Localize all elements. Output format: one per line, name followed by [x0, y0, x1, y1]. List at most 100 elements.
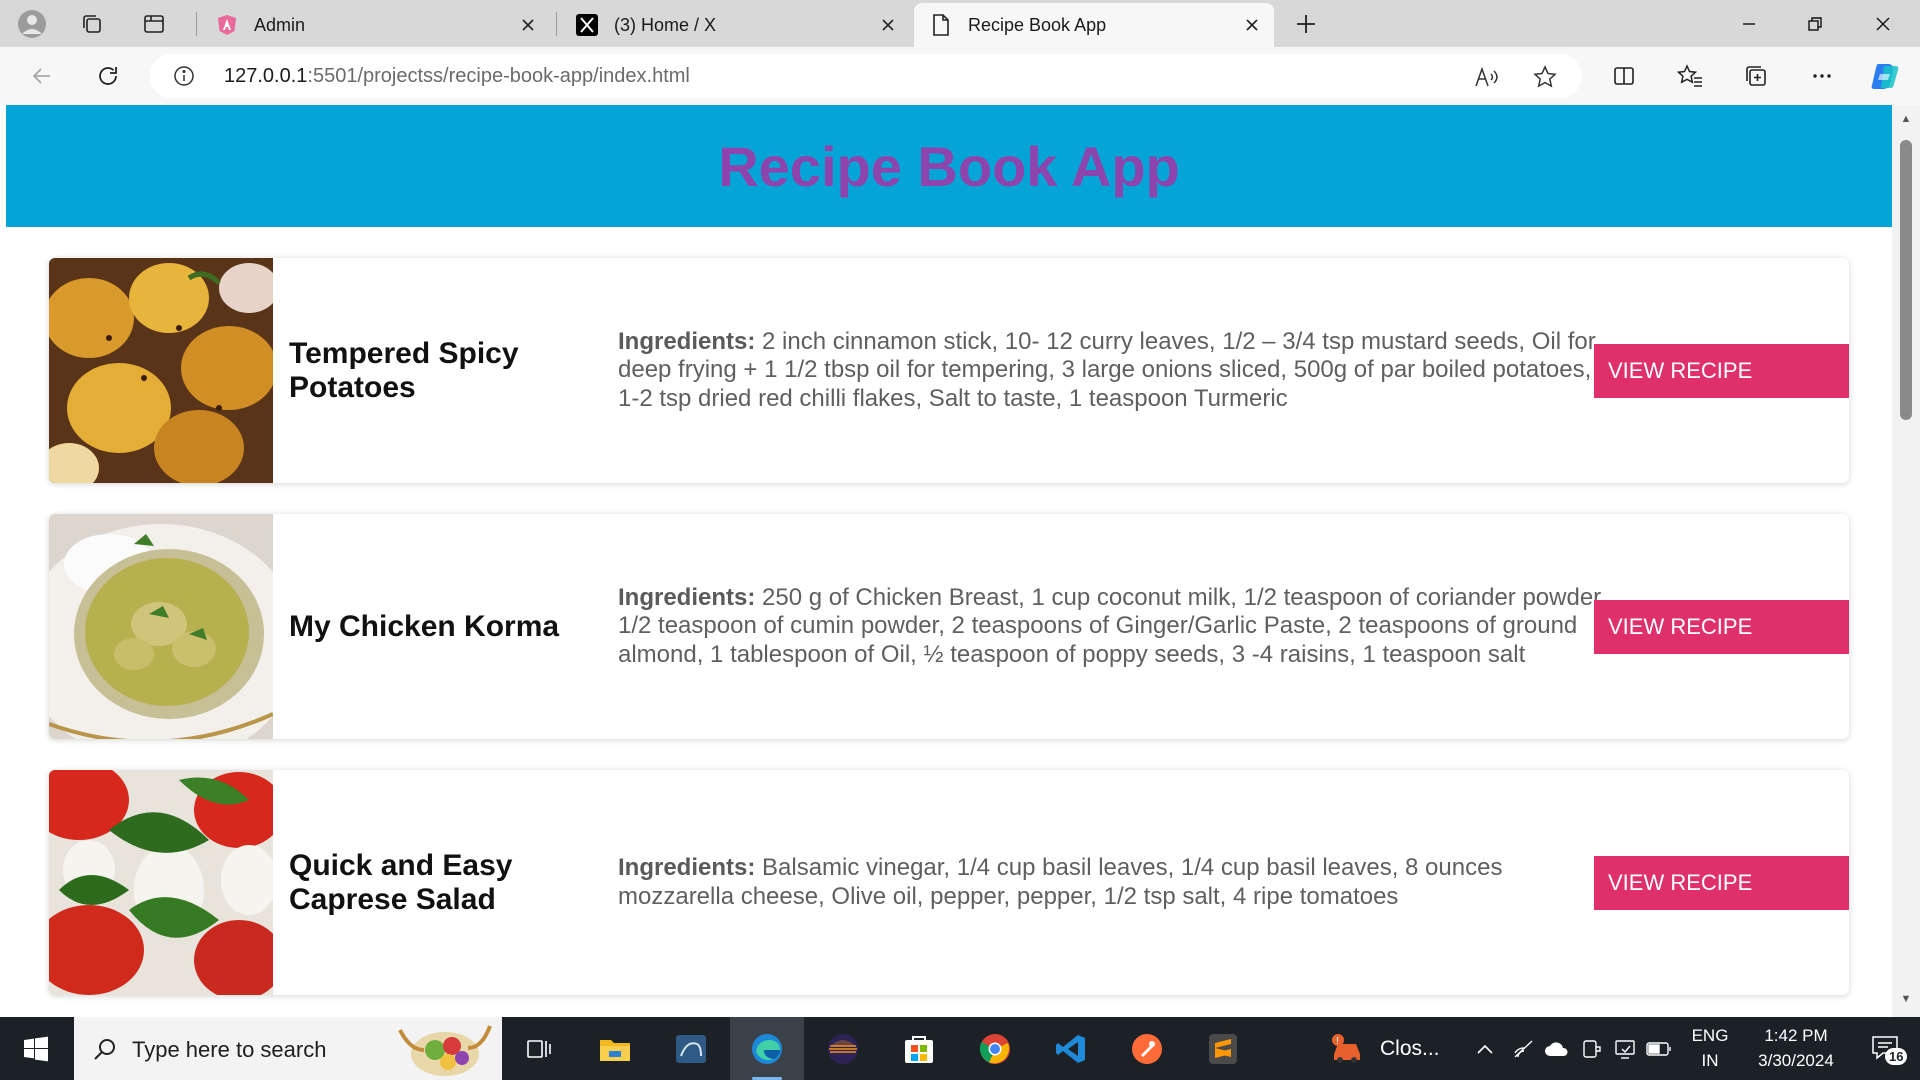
tab-label: Admin	[254, 14, 306, 35]
recipe-card: Tempered Spicy Potatoes Ingredients: 2 i…	[49, 258, 1849, 483]
recipe-card: My Chicken Korma Ingredients: 250 g of C…	[49, 514, 1849, 739]
workspaces-icon[interactable]	[74, 6, 110, 42]
restore-button[interactable]	[1782, 0, 1848, 47]
copilot-icon[interactable]	[1866, 56, 1906, 96]
recipe-image-korma	[49, 514, 273, 739]
close-window-button[interactable]	[1850, 0, 1916, 47]
x-favicon-icon	[574, 12, 600, 38]
svg-text:!: !	[1336, 1036, 1339, 1047]
admin-favicon-icon	[214, 12, 240, 38]
recipe-image-caprese	[49, 770, 273, 995]
postman-icon[interactable]	[1110, 1017, 1184, 1080]
search-highlight-icon	[398, 1025, 492, 1076]
microsoft-store-icon[interactable]	[882, 1017, 956, 1080]
file-explorer-icon[interactable]	[578, 1017, 652, 1080]
site-info-icon[interactable]	[172, 64, 196, 88]
tab-admin[interactable]: Admin	[200, 3, 550, 47]
recipe-image-potatoes	[49, 258, 273, 483]
taskbar-search-box[interactable]: Type here to search	[74, 1017, 502, 1080]
notification-app[interactable]: ! Clos...	[1330, 1017, 1440, 1080]
page-title: Recipe Book App	[718, 134, 1180, 198]
notification-count-badge: 16	[1885, 1047, 1908, 1065]
windows-logo-icon	[24, 1036, 48, 1061]
app-header: Recipe Book App	[6, 105, 1892, 227]
scroll-down-icon[interactable]: ▼	[1898, 991, 1914, 1007]
system-tray	[1470, 1017, 1676, 1080]
language-region: IN	[1701, 1050, 1719, 1070]
display-icon[interactable]	[1608, 1039, 1642, 1059]
ingredients-text: 2 inch cinnamon stick, 10- 12 curry leav…	[618, 328, 1596, 412]
clock[interactable]: 1:42 PM 3/30/2024	[1740, 1017, 1852, 1080]
back-button[interactable]	[22, 56, 62, 96]
recipe-ingredients: Ingredients: Balsamic vinegar, 1/4 cup b…	[618, 770, 1618, 995]
tab-label: (3) Home / X	[614, 14, 717, 35]
favorites-icon[interactable]	[1670, 56, 1710, 96]
tab-actions-icon[interactable]	[136, 6, 172, 42]
ingredients-label: Ingredients:	[618, 584, 756, 612]
url-host: 127.0.0.1	[224, 65, 308, 87]
scroll-up-icon[interactable]: ▲	[1898, 111, 1914, 127]
browser-tab-strip: Admin (3) Home / X Recipe Book App	[0, 0, 1920, 47]
minimize-button[interactable]	[1716, 0, 1782, 47]
split-screen-icon[interactable]	[1604, 56, 1644, 96]
onedrive-icon[interactable]	[1540, 1041, 1574, 1057]
recipe-list: Tempered Spicy Potatoes Ingredients: 2 i…	[49, 258, 1849, 1017]
recipe-ingredients: Ingredients: 2 inch cinnamon stick, 10- …	[618, 258, 1618, 483]
meet-now-icon[interactable]	[1574, 1038, 1608, 1060]
start-button[interactable]	[0, 1017, 72, 1080]
profile-icon[interactable]	[14, 6, 50, 42]
vscode-icon[interactable]	[1034, 1017, 1108, 1080]
url-text: 127.0.0.1:5501/projectss/recipe-book-app…	[224, 65, 690, 88]
clock-time: 1:42 PM	[1764, 1025, 1828, 1045]
windows-taskbar: Type here to search ! Clos... ENG IN 1:4…	[0, 1017, 1920, 1080]
notification-app-label: Clos...	[1380, 1036, 1440, 1060]
close-tab-icon[interactable]	[1240, 13, 1264, 37]
mysql-workbench-icon[interactable]	[654, 1017, 728, 1080]
tab-label: Recipe Book App	[968, 14, 1107, 35]
tab-separator	[196, 12, 197, 36]
ingredients-label: Ingredients:	[618, 854, 756, 882]
refresh-button[interactable]	[88, 56, 128, 96]
recipe-name: My Chicken Korma	[289, 609, 560, 643]
language-code: ENG	[1691, 1025, 1729, 1045]
recipe-name: Tempered Spicy Potatoes	[289, 336, 519, 404]
tab-home-x[interactable]: (3) Home / X	[560, 3, 910, 47]
more-options-icon[interactable]	[1802, 56, 1842, 96]
tab-separator	[556, 12, 557, 36]
clock-date: 3/30/2024	[1758, 1050, 1834, 1070]
read-aloud-icon[interactable]	[1472, 62, 1502, 92]
recipe-ingredients: Ingredients: 250 g of Chicken Breast, 1 …	[618, 514, 1618, 739]
eclipse-icon[interactable]	[806, 1017, 880, 1080]
notification-center[interactable]: 16	[1856, 1017, 1916, 1080]
page-scrollbar[interactable]: ▲ ▼	[1892, 105, 1920, 1017]
task-view-icon[interactable]	[502, 1017, 576, 1080]
page-viewport: Recipe Book App Tempered Spicy Potatoes …	[0, 105, 1920, 1017]
url-path: :5501/projectss/recipe-book-app/index.ht…	[307, 65, 690, 87]
view-recipe-button[interactable]: VIEW RECIPE	[1594, 600, 1849, 654]
new-tab-button[interactable]	[1288, 6, 1324, 42]
close-tab-icon[interactable]	[516, 13, 540, 37]
recipe-card: Quick and Easy Caprese Salad Ingredients…	[49, 770, 1849, 995]
collections-icon[interactable]	[1736, 56, 1776, 96]
close-tab-icon[interactable]	[876, 13, 900, 37]
recipe-name: Quick and Easy Caprese Salad	[289, 848, 513, 916]
show-hidden-icons-icon[interactable]	[1470, 1043, 1500, 1055]
edge-taskbar-icon[interactable]	[730, 1017, 804, 1080]
sublime-text-icon[interactable]	[1186, 1017, 1260, 1080]
browser-toolbar: 127.0.0.1:5501/projectss/recipe-book-app…	[0, 47, 1920, 105]
language-indicator[interactable]: ENG IN	[1682, 1017, 1738, 1080]
view-recipe-button[interactable]: VIEW RECIPE	[1594, 344, 1849, 398]
favorite-star-icon[interactable]	[1530, 62, 1560, 92]
ingredients-text: 250 g of Chicken Breast, 1 cup coconut m…	[618, 584, 1607, 668]
ingredients-label: Ingredients:	[618, 328, 756, 356]
scrollbar-thumb[interactable]	[1900, 140, 1912, 420]
view-recipe-button[interactable]: VIEW RECIPE	[1594, 856, 1849, 910]
search-icon	[90, 1034, 120, 1064]
car-alert-icon: !	[1332, 1033, 1360, 1063]
tab-recipe-book-app[interactable]: Recipe Book App	[914, 3, 1274, 47]
chrome-icon[interactable]	[958, 1017, 1032, 1080]
battery-icon[interactable]	[1642, 1041, 1676, 1056]
address-bar[interactable]: 127.0.0.1:5501/projectss/recipe-book-app…	[150, 54, 1582, 98]
wifi-icon[interactable]	[1506, 1039, 1540, 1059]
page-favicon-icon	[928, 12, 954, 38]
